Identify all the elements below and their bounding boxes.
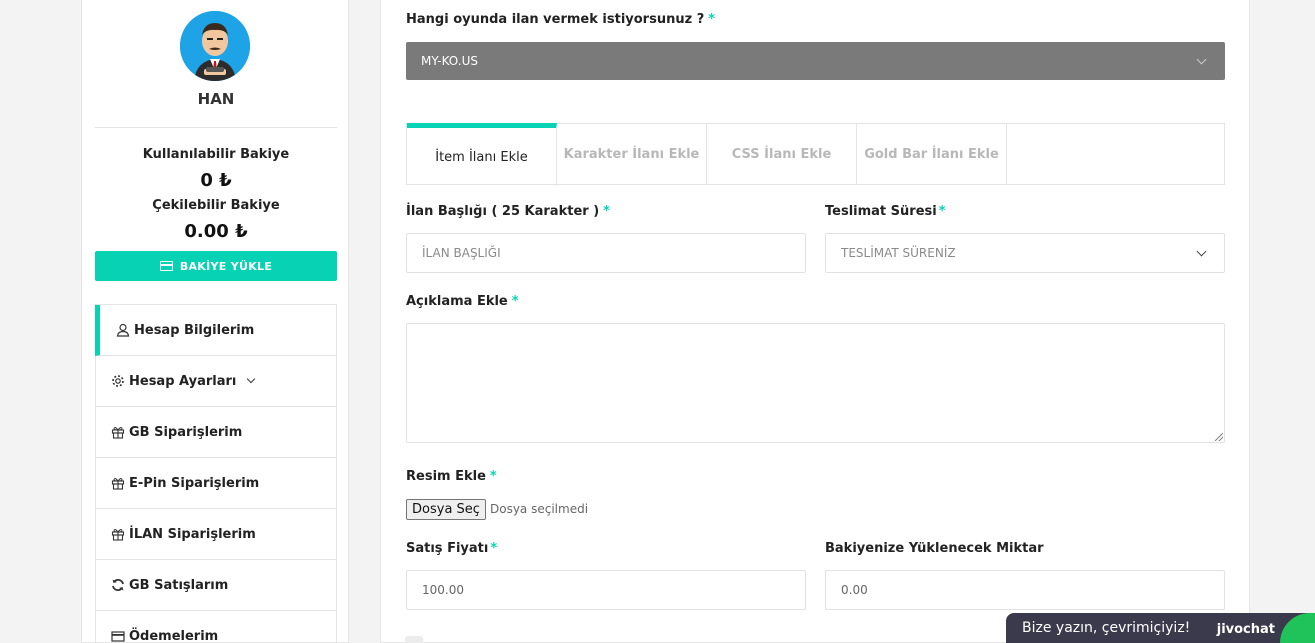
title-placeholder: İLAN BAŞLIĞI — [422, 246, 501, 260]
menu-item-label: Ödemelerim — [129, 628, 219, 643]
title-label: İlan Başlığı ( 25 Karakter ) * — [406, 204, 610, 219]
checkbox[interactable] — [405, 636, 423, 643]
title-label-text: İlan Başlığı ( 25 Karakter ) — [406, 204, 600, 219]
listing-type-tabs: İtem İlanı Ekle Karakter İlanı Ekle CSS … — [406, 123, 1225, 186]
menu-item-gb-sales[interactable]: GB Satışlarım — [95, 560, 337, 611]
price-label: Satış Fiyatı * — [406, 541, 497, 556]
account-menu: Hesap Bilgilerim Hesap Ayarları GB Sipar… — [95, 304, 337, 643]
menu-item-label: GB Satışlarım — [129, 577, 229, 593]
usable-balance-label: Kullanılabilir Bakiye — [142, 147, 290, 162]
menu-item-label: E-Pin Siparişlerim — [129, 475, 260, 491]
gift-icon — [111, 527, 125, 541]
title-input[interactable]: İLAN BAŞLIĞI — [406, 233, 806, 273]
menu-item-label: GB Siparişlerim — [129, 424, 243, 440]
choose-file-button[interactable]: Dosya Seç — [406, 499, 486, 520]
refresh-icon — [111, 578, 125, 592]
live-chat-widget[interactable]: Bize yazın, çevrimiçiyiz! jivochat — [1006, 613, 1315, 643]
delivery-time-select[interactable]: TESLİMAT SÜRENİZ — [825, 233, 1225, 273]
tab-gold-bar-listing[interactable]: Gold Bar İlanı Ekle — [857, 124, 1007, 184]
withdrawable-balance-label: Çekilebilir Bakiye — [152, 198, 280, 213]
gift-icon — [111, 476, 125, 490]
menu-item-label: Hesap Bilgilerim — [134, 322, 255, 338]
required-mark: * — [489, 469, 497, 484]
payout-label: Bakiyenize Yüklenecek Miktar — [825, 541, 1044, 556]
game-question-text: Hangi oyunda ilan vermek istiyorsunuz ? — [406, 12, 705, 27]
credit-card-icon — [159, 261, 173, 271]
file-status: Dosya seçilmedi — [490, 502, 589, 516]
usable-balance-value: 0 ₺ — [200, 170, 232, 191]
required-mark: * — [938, 204, 946, 219]
image-label: Resim Ekle * — [406, 469, 497, 484]
gear-icon — [111, 374, 125, 388]
chat-prompt: Bize yazın, çevrimiçiyiz! — [1022, 620, 1191, 636]
description-textarea[interactable] — [406, 323, 1225, 443]
menu-item-payments[interactable]: Ödemelerim — [95, 611, 337, 643]
description-label: Açıklama Ekle * — [406, 294, 519, 309]
load-balance-button[interactable]: BAKİYE YÜKLE — [95, 251, 337, 281]
tab-css-listing[interactable]: CSS İlanı Ekle — [707, 124, 857, 184]
load-balance-label: BAKİYE YÜKLE — [179, 259, 273, 273]
required-mark: * — [511, 294, 519, 309]
chevron-down-icon — [1196, 54, 1207, 65]
menu-item-account-info[interactable]: Hesap Bilgilerim — [95, 305, 337, 356]
game-select[interactable]: MY-KO.US — [406, 42, 1225, 80]
menu-item-label: İLAN Siparişlerim — [129, 526, 256, 542]
description-label-text: Açıklama Ekle — [406, 294, 508, 309]
gift-icon — [111, 425, 125, 439]
delivery-label: Teslimat Süresi * — [825, 204, 946, 219]
user-icon — [116, 323, 130, 337]
menu-item-epin-orders[interactable]: E-Pin Siparişlerim — [95, 458, 337, 509]
menu-item-listing-orders[interactable]: İLAN Siparişlerim — [95, 509, 337, 560]
avatar-image — [180, 11, 250, 81]
chevron-down-icon — [247, 374, 256, 384]
resize-handle-icon[interactable] — [1215, 433, 1223, 441]
payout-input[interactable]: 0.00 — [825, 570, 1225, 610]
avatar[interactable] — [180, 11, 250, 81]
price-value: 100.00 — [422, 583, 464, 597]
required-mark: * — [708, 12, 716, 27]
required-mark: * — [490, 541, 498, 556]
listing-form-panel: Hangi oyunda ilan vermek istiyorsunuz ? *… — [380, 0, 1250, 643]
game-select-value: MY-KO.US — [421, 54, 478, 68]
menu-item-account-settings[interactable]: Hesap Ayarları — [95, 356, 337, 407]
tab-item-listing[interactable]: İtem İlanı Ekle — [407, 123, 557, 186]
required-mark: * — [603, 204, 610, 219]
divider — [95, 127, 337, 128]
image-label-text: Resim Ekle — [406, 469, 486, 484]
menu-item-label: Hesap Ayarları — [129, 373, 237, 389]
credit-card-icon — [111, 629, 125, 643]
delivery-placeholder: TESLİMAT SÜRENİZ — [841, 246, 956, 260]
menu-item-gb-orders[interactable]: GB Siparişlerim — [95, 407, 337, 458]
payout-value: 0.00 — [841, 583, 868, 597]
account-sidebar: HAN Kullanılabilir Bakiye 0 ₺ Çekilebili… — [81, 0, 349, 643]
price-label-text: Satış Fiyatı — [406, 541, 489, 556]
username: HAN — [197, 90, 235, 108]
game-question-label: Hangi oyunda ilan vermek istiyorsunuz ? * — [406, 12, 715, 27]
delivery-label-text: Teslimat Süresi — [825, 204, 937, 219]
withdrawable-balance-value: 0.00 ₺ — [184, 221, 248, 242]
tab-character-listing[interactable]: Karakter İlanı Ekle — [557, 124, 707, 184]
chevron-down-icon — [1196, 246, 1207, 257]
price-input[interactable]: 100.00 — [406, 570, 806, 610]
chat-brand-logo: jivochat — [1216, 622, 1275, 637]
